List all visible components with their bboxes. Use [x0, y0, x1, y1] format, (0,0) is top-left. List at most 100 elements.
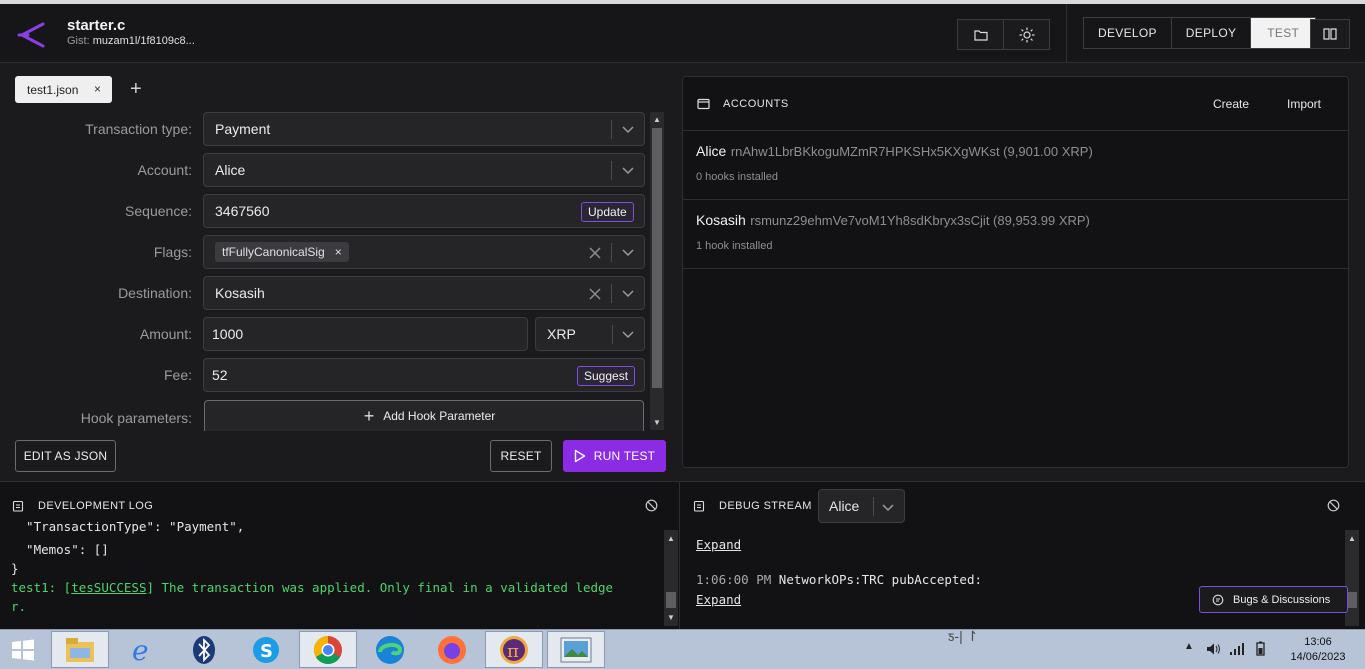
account-value: Alice	[215, 162, 246, 178]
chat-icon	[1212, 594, 1224, 605]
gist-value[interactable]: muzam1l/1f8109c8...	[93, 35, 195, 47]
play-icon	[574, 449, 585, 463]
mode-develop[interactable]: DEVELOP	[1084, 18, 1172, 48]
add-hook-parameter-label: Add Hook Parameter	[383, 409, 496, 423]
select-divider	[611, 161, 612, 180]
chevron-down-icon	[622, 290, 634, 298]
transaction-type-select[interactable]: Payment	[203, 112, 645, 146]
run-test-button[interactable]: RUN TEST	[563, 440, 666, 472]
account-select[interactable]: Alice	[203, 153, 645, 187]
mode-deploy[interactable]: DEPLOY	[1172, 18, 1252, 48]
stream-icon	[693, 500, 705, 512]
development-log-output: "TransactionType": "Payment", "Memos": […	[0, 522, 662, 628]
battery-icon[interactable]	[1252, 641, 1270, 657]
run-test-label: RUN TEST	[593, 449, 656, 463]
scroll-down-icon[interactable]: ▼	[667, 613, 675, 622]
remove-flag-icon[interactable]: ×	[335, 245, 342, 259]
destination-select[interactable]: Kosasih	[203, 276, 645, 310]
currency-select[interactable]: XRP	[535, 317, 645, 351]
import-account-button[interactable]: Import	[1287, 97, 1321, 111]
chevron-down-icon	[882, 504, 894, 512]
account-row[interactable]: Alice rnAhw1LbrBKkoguMZmR7HPKSHx5KXgWKst…	[683, 131, 1348, 200]
bugs-discussions-button[interactable]: Bugs & Discussions	[1199, 586, 1348, 613]
clear-icon[interactable]	[588, 246, 602, 260]
network-signal-icon[interactable]	[1229, 642, 1245, 656]
start-button[interactable]	[0, 631, 46, 668]
flag-chip: tfFullyCanonicalSig ×	[215, 242, 349, 262]
open-folder-button[interactable]	[957, 19, 1004, 50]
fee-label: Fee:	[163, 367, 192, 383]
expand-link[interactable]: Expand	[696, 537, 741, 552]
tab-test1-json[interactable]: test1.json ×	[15, 76, 112, 103]
flags-label: Flags:	[153, 244, 192, 260]
svg-text:S: S	[260, 641, 273, 662]
reset-button[interactable]: RESET	[490, 440, 552, 472]
mode-switcher: DEVELOP DEPLOY TEST	[1083, 17, 1317, 49]
clock-time: 13:06	[1304, 636, 1332, 648]
gist-info[interactable]: Gist: muzam1l/1f8109c8...	[67, 35, 195, 47]
accounts-title: ACCOUNTS	[723, 97, 789, 110]
mode-test[interactable]: TEST	[1251, 18, 1316, 48]
app-window: starter.c Gist: muzam1l/1f8109c8... DEVE…	[0, 0, 1365, 630]
add-tab-icon[interactable]: +	[130, 78, 142, 101]
taskbar-edge[interactable]	[361, 631, 419, 668]
theme-toggle-button[interactable]	[1003, 19, 1050, 50]
debug-account-value: Alice	[829, 498, 860, 514]
edit-as-json-button[interactable]: EDIT AS JSON	[15, 440, 116, 472]
taskbar-pi-network[interactable]: π	[485, 631, 543, 668]
tessuccess-link[interactable]: tesSUCCESS	[71, 580, 146, 595]
log-scroll-thumb[interactable]	[666, 592, 676, 608]
amount-input[interactable]: 1000	[203, 317, 528, 351]
taskbar-internet-explorer[interactable]: e	[113, 631, 171, 668]
suggest-fee-button[interactable]: Suggest	[577, 366, 636, 386]
transaction-type-label: Transaction type:	[85, 121, 192, 137]
sequence-input[interactable]: 3467560 Update	[203, 194, 645, 228]
select-divider	[611, 284, 612, 303]
taskbar-firefox[interactable]	[423, 631, 481, 668]
photos-icon	[560, 637, 592, 662]
log-message: ] The transaction was applied. Only fina…	[146, 580, 614, 595]
scroll-down-icon[interactable]: ▼	[653, 418, 661, 427]
log-line: r.	[11, 599, 27, 614]
chevron-down-icon	[622, 167, 634, 175]
taskbar-photos[interactable]	[547, 631, 605, 668]
development-log-title: DEVELOPMENT LOG	[38, 500, 154, 512]
account-row[interactable]: Kosasih rsmunz29ehmVe7voM1Yh8sdKbryx3sCj…	[683, 200, 1348, 269]
scroll-up-icon[interactable]: ▲	[667, 534, 675, 543]
header-divider	[1066, 4, 1067, 63]
close-tab-icon[interactable]: ×	[94, 82, 101, 96]
expand-link[interactable]: Expand	[696, 592, 741, 607]
clear-log-icon[interactable]	[645, 499, 658, 512]
log-line-success: test1: [tesSUCCESS] The transaction was …	[11, 580, 613, 595]
taskbar-chrome[interactable]	[299, 631, 357, 668]
add-hook-parameter-button[interactable]: + Add Hook Parameter	[204, 400, 644, 431]
os-taskbar: e S π ƽ-| ↾ ▲ 13:06 14/06/2023	[0, 628, 1365, 669]
volume-icon[interactable]	[1206, 642, 1222, 656]
docs-button[interactable]	[1310, 19, 1350, 49]
scroll-up-icon[interactable]: ▲	[1348, 534, 1356, 543]
debug-account-select[interactable]: Alice	[818, 489, 905, 523]
currency-value: XRP	[547, 326, 576, 342]
clear-stream-icon[interactable]	[1327, 499, 1340, 512]
taskbar-skype[interactable]: S	[237, 631, 295, 668]
bugs-discussions-label: Bugs & Discussions	[1233, 593, 1331, 606]
update-sequence-button[interactable]: Update	[581, 202, 634, 222]
sequence-value: 3467560	[215, 203, 270, 219]
scroll-up-icon[interactable]: ▲	[653, 115, 661, 124]
hooks-logo-icon[interactable]	[16, 22, 46, 48]
taskbar-explorer[interactable]	[51, 631, 109, 668]
taskbar-bluetooth[interactable]	[175, 631, 233, 668]
stream-scroll-thumb[interactable]	[1347, 592, 1357, 608]
account-label: Account:	[137, 162, 192, 178]
amount-label: Amount:	[139, 326, 192, 342]
clock-date: 14/06/2023	[1290, 651, 1346, 663]
show-hidden-icons-icon[interactable]: ▲	[1184, 641, 1194, 652]
clear-icon[interactable]	[588, 287, 602, 301]
fee-input[interactable]: 52 Suggest	[203, 358, 645, 392]
system-clock[interactable]: 13:06 14/06/2023	[1282, 635, 1354, 665]
form-scroll-thumb[interactable]	[652, 128, 662, 388]
account-name: Alice	[696, 143, 727, 159]
log-scrollbar[interactable]	[664, 530, 678, 626]
flags-select[interactable]: tfFullyCanonicalSig ×	[203, 235, 645, 269]
create-account-button[interactable]: Create	[1213, 97, 1249, 111]
